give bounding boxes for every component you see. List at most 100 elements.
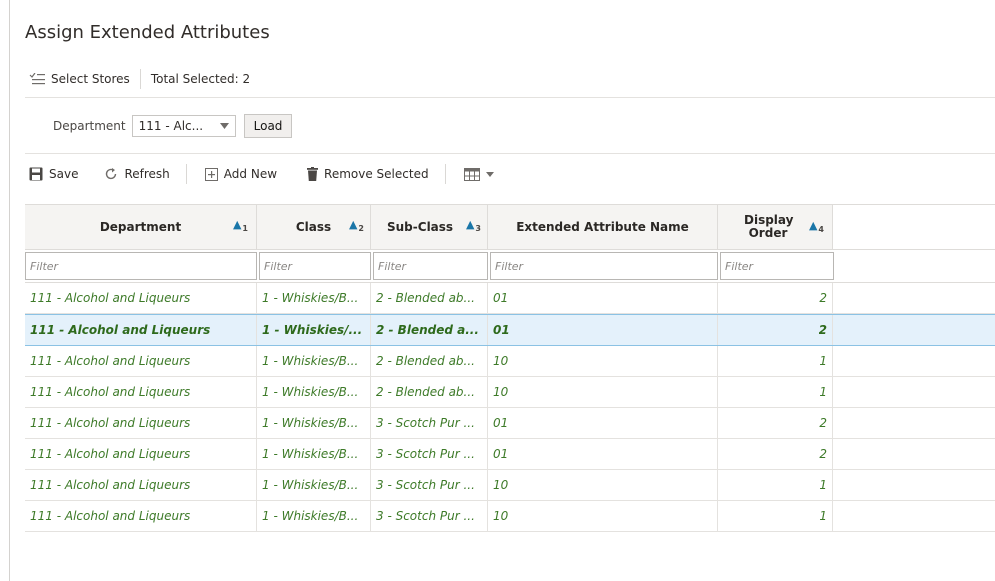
column-header-label: Sub-Class xyxy=(387,219,454,234)
cell-subclass-text: 2 - Blended a... xyxy=(376,323,479,337)
department-select-value: 111 - Alc... xyxy=(138,119,204,133)
filter-class-input[interactable] xyxy=(259,252,371,280)
table-row[interactable]: 111 - Alcohol and Liqueurs 1 - Whiskies/B… xyxy=(25,470,995,501)
department-select[interactable]: 111 - Alc... xyxy=(131,115,236,137)
cell-subclass-text: 3 - Scotch Pur ... xyxy=(376,478,475,492)
cell-extended-attribute-name-text: 01 xyxy=(493,447,509,461)
cell-class-text: 1 - Whiskies/B... xyxy=(262,416,359,430)
column-header-label: Display Order xyxy=(744,213,794,240)
table-row[interactable]: 111 - Alcohol and Liqueurs 1 - Whiskies/B… xyxy=(25,377,995,408)
filter-display-order-input[interactable] xyxy=(720,252,834,280)
cell-department-text: 111 - Alcohol and Liqueurs xyxy=(30,291,191,305)
remove-selected-button[interactable]: Remove Selected xyxy=(307,167,429,181)
column-header-class[interactable]: Class ▲2 xyxy=(257,205,371,249)
column-header-label: Department xyxy=(99,219,182,234)
cell-display-order-text: 1 xyxy=(819,385,827,399)
cell-display-order: 2 xyxy=(718,283,833,313)
sort-ascending-icon: ▲2 xyxy=(348,218,364,233)
cell-subclass: 3 - Scotch Pur ... xyxy=(371,408,488,438)
columns-menu-button[interactable] xyxy=(463,167,494,181)
cell-display-order: 1 xyxy=(718,346,833,376)
filter-subclass-input[interactable] xyxy=(373,252,488,280)
header-filler xyxy=(833,205,995,249)
cell-department-text: 111 - Alcohol and Liqueurs xyxy=(30,478,191,492)
table-row[interactable]: 111 - Alcohol and Liqueurs 1 - Whiskies/.… xyxy=(25,314,995,346)
table-row[interactable]: 111 - Alcohol and Liqueurs 1 - Whiskies/B… xyxy=(25,439,995,470)
table-row[interactable]: 111 - Alcohol and Liqueurs 1 - Whiskies/B… xyxy=(25,501,995,532)
actions-toolbar: Save Refresh Add New Remove Selected xyxy=(25,155,995,193)
page-title: Assign Extended Attributes xyxy=(25,22,270,43)
cell-display-order: 1 xyxy=(718,501,833,531)
refresh-button[interactable]: Refresh xyxy=(104,167,170,181)
cell-display-order-text: 1 xyxy=(819,354,827,368)
add-new-button[interactable]: Add New xyxy=(204,167,277,181)
list-select-icon xyxy=(29,73,45,85)
cell-class-text: 1 - Whiskies/B... xyxy=(262,509,359,523)
cell-subclass-text: 3 - Scotch Pur ... xyxy=(376,416,475,430)
column-header-display-order[interactable]: Display Order ▲4 xyxy=(718,205,833,249)
cell-display-order: 1 xyxy=(718,377,833,407)
cell-extended-attribute-name: 01 xyxy=(488,283,718,313)
table-row[interactable]: 111 - Alcohol and Liqueurs 1 - Whiskies/B… xyxy=(25,346,995,377)
cell-class: 1 - Whiskies/B... xyxy=(257,346,371,376)
cell-class: 1 - Whiskies/B... xyxy=(257,283,371,313)
cell-subclass: 2 - Blended ab... xyxy=(371,377,488,407)
filter-department-input[interactable] xyxy=(25,252,257,280)
trash-icon xyxy=(307,167,319,181)
cell-department: 111 - Alcohol and Liqueurs xyxy=(25,283,257,313)
column-header-department[interactable]: Department ▲1 xyxy=(25,205,257,249)
attributes-grid: Department ▲1 Class ▲2 Sub-Class ▲3 Exte… xyxy=(25,204,995,532)
cell-extended-attribute-name-text: 01 xyxy=(493,291,509,305)
cell-department: 111 - Alcohol and Liqueurs xyxy=(25,408,257,438)
cell-display-order-text: 2 xyxy=(818,323,827,337)
grid-icon xyxy=(463,167,480,181)
cell-department: 111 - Alcohol and Liqueurs xyxy=(25,377,257,407)
cell-subclass: 3 - Scotch Pur ... xyxy=(371,439,488,469)
cell-display-order-text: 2 xyxy=(819,416,827,430)
filter-extended-attribute-input[interactable] xyxy=(490,252,718,280)
cell-subclass-text: 3 - Scotch Pur ... xyxy=(376,509,475,523)
cell-display-order-text: 1 xyxy=(819,478,827,492)
cell-extended-attribute-name: 10 xyxy=(488,346,718,376)
column-header-subclass[interactable]: Sub-Class ▲3 xyxy=(371,205,488,249)
grid-header-row: Department ▲1 Class ▲2 Sub-Class ▲3 Exte… xyxy=(25,204,995,250)
department-bar: Department 111 - Alc... Load xyxy=(25,99,995,154)
cell-subclass: 2 - Blended a... xyxy=(371,315,488,345)
stores-bar: Select Stores Total Selected: 2 xyxy=(25,61,995,98)
cell-extended-attribute-name-text: 10 xyxy=(493,385,509,399)
cell-subclass-text: 2 - Blended ab... xyxy=(376,291,475,305)
cell-class: 1 - Whiskies/B... xyxy=(257,408,371,438)
load-button[interactable]: Load xyxy=(243,114,293,138)
cell-extended-attribute-name: 01 xyxy=(488,439,718,469)
refresh-label: Refresh xyxy=(124,167,170,181)
cell-extended-attribute-name-text: 10 xyxy=(493,509,509,523)
total-selected-text: Total Selected: 2 xyxy=(150,72,251,86)
cell-display-order-text: 2 xyxy=(819,291,827,305)
caret-down-icon xyxy=(219,123,229,129)
cell-class-text: 1 - Whiskies/B... xyxy=(262,478,359,492)
column-header-extended-attribute-name[interactable]: Extended Attribute Name xyxy=(488,205,718,249)
column-header-label: Extended Attribute Name xyxy=(516,219,689,234)
cell-extended-attribute-name: 10 xyxy=(488,377,718,407)
sort-ascending-icon: ▲1 xyxy=(232,218,248,233)
table-row[interactable]: 111 - Alcohol and Liqueurs 1 - Whiskies/B… xyxy=(25,408,995,439)
cell-class: 1 - Whiskies/B... xyxy=(257,377,371,407)
toolbar-separator xyxy=(444,164,446,184)
cell-extended-attribute-name: 01 xyxy=(488,315,718,345)
caret-down-icon xyxy=(485,171,494,177)
cell-subclass: 2 - Blended ab... xyxy=(371,283,488,313)
cell-class-text: 1 - Whiskies/B... xyxy=(262,291,359,305)
cell-class: 1 - Whiskies/B... xyxy=(257,439,371,469)
select-stores-button[interactable]: Select Stores xyxy=(29,72,130,86)
table-row[interactable]: 111 - Alcohol and Liqueurs 1 - Whiskies/B… xyxy=(25,283,995,314)
cell-department-text: 111 - Alcohol and Liqueurs xyxy=(30,354,191,368)
cell-display-order: 2 xyxy=(718,408,833,438)
save-button[interactable]: Save xyxy=(29,167,78,181)
cell-department: 111 - Alcohol and Liqueurs xyxy=(25,315,257,345)
column-header-label: Class xyxy=(295,219,332,234)
toolbar-separator xyxy=(139,69,141,89)
cell-class: 1 - Whiskies/B... xyxy=(257,470,371,500)
cell-subclass-text: 2 - Blended ab... xyxy=(376,385,475,399)
cell-subclass: 2 - Blended ab... xyxy=(371,346,488,376)
add-icon xyxy=(204,167,218,181)
